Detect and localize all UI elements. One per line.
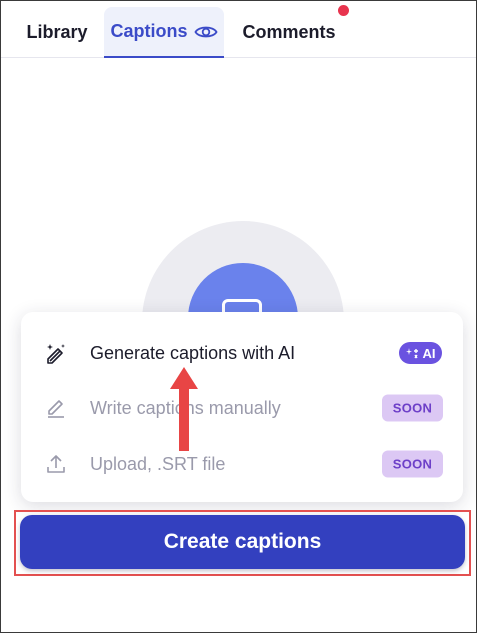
menu-item-upload-srt[interactable]: Upload, .SRT file SOON xyxy=(21,436,463,492)
menu-item-generate-ai[interactable]: Generate captions with AI AI xyxy=(21,325,463,381)
tab-comments[interactable]: Comments xyxy=(237,7,341,58)
eye-icon[interactable] xyxy=(193,24,218,40)
annotation-arrow xyxy=(170,367,198,451)
sparkle-icon xyxy=(405,348,418,359)
pencil-icon xyxy=(48,400,64,418)
tab-captions[interactable]: Captions xyxy=(104,7,224,58)
tab-comments-label: Comments xyxy=(242,22,336,42)
tab-bar: Library Captions Comments xyxy=(1,1,476,58)
menu-item-write-manually[interactable]: Write captions manually SOON xyxy=(21,380,463,436)
captions-panel: Library Captions Comments Generate capti… xyxy=(0,0,477,633)
menu-item-label: Upload, .SRT file xyxy=(90,453,226,474)
menu-item-label: Generate captions with AI xyxy=(90,342,296,363)
tab-library[interactable]: Library xyxy=(19,7,95,58)
caption-options-menu: Generate captions with AI AI Write capti… xyxy=(21,312,463,502)
ai-badge-label: AI xyxy=(422,345,436,361)
notification-dot xyxy=(338,5,349,16)
tab-library-label: Library xyxy=(26,22,88,42)
upload-icon xyxy=(47,455,65,473)
soon-badge: SOON xyxy=(382,450,443,478)
tab-captions-label: Captions xyxy=(110,21,188,41)
sparkle-pen-icon xyxy=(47,344,65,364)
soon-badge: SOON xyxy=(382,394,443,422)
ai-badge: AI xyxy=(399,342,442,364)
create-captions-button[interactable]: Create captions xyxy=(20,515,465,569)
create-captions-label: Create captions xyxy=(163,530,322,553)
